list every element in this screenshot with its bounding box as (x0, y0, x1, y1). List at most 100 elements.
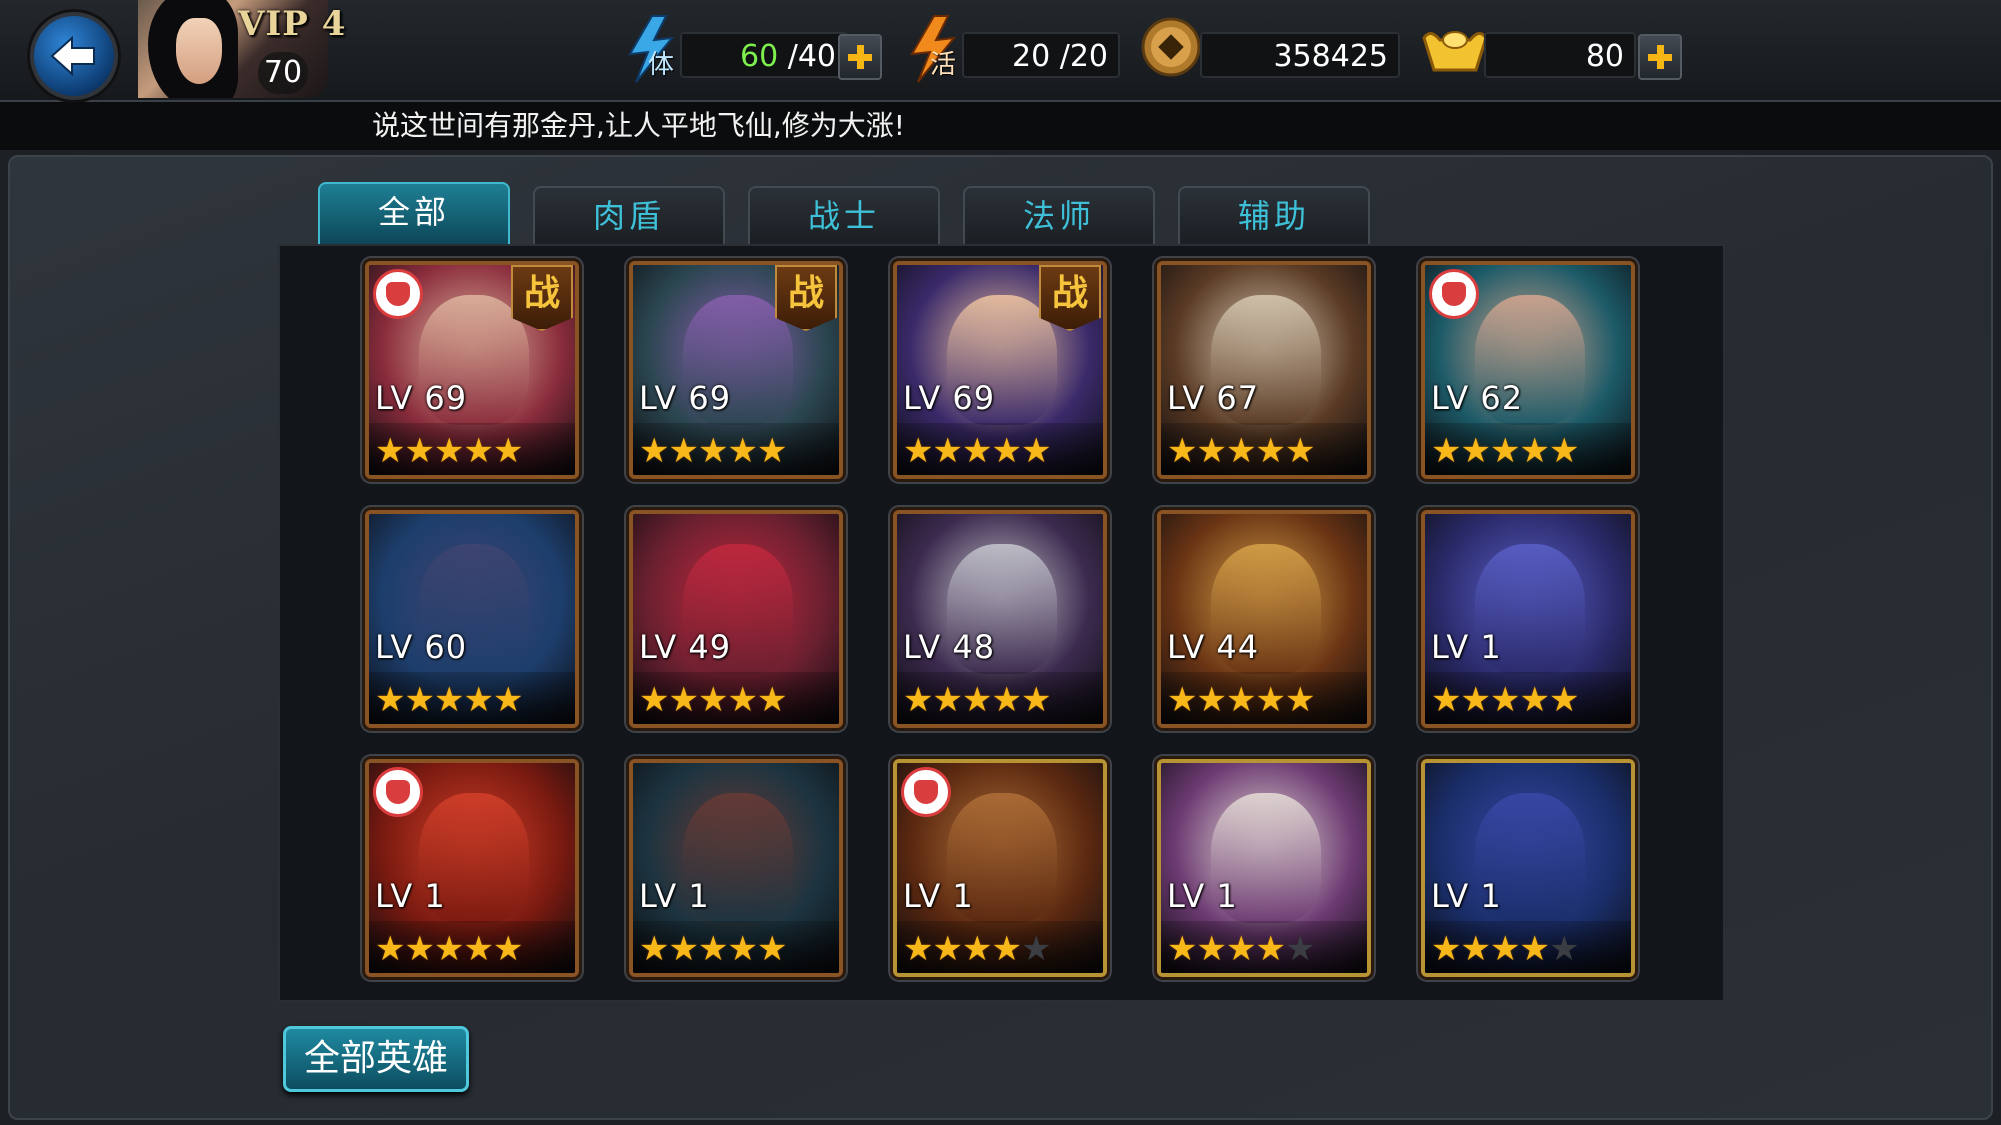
hero-stars: ★★★★★ (375, 680, 524, 720)
star-icon: ★ (1284, 431, 1316, 471)
hero-level: LV 44 (1167, 628, 1260, 666)
star-icon: ★ (991, 680, 1022, 720)
star-icon: ★ (756, 680, 788, 720)
gold-plus-button[interactable] (1638, 34, 1682, 80)
star-icon: ★ (697, 680, 729, 720)
star-icon: ★ (1020, 431, 1052, 471)
vip-label: VIP 4 (238, 4, 347, 44)
star-icon: ★ (375, 929, 406, 969)
star-icon: ★ (404, 680, 435, 720)
star-icon: ★ (492, 680, 524, 720)
stamina-current: 60 (739, 39, 779, 74)
star-icon: ★ (961, 929, 993, 969)
star-icon: ★ (463, 680, 494, 720)
back-button[interactable] (30, 12, 118, 100)
tab-all[interactable]: 全部 (318, 182, 510, 244)
star-icon: ★ (1225, 680, 1257, 720)
star-icon: ★ (639, 431, 670, 471)
hero-stars: ★★★★★ (375, 929, 523, 969)
hero-card[interactable]: LV 62 ★★★★★ (1421, 261, 1635, 479)
star-icon: ★ (1489, 680, 1521, 720)
tab-mage[interactable]: 法师 (963, 186, 1155, 244)
hero-stars: ★★★★★ (375, 431, 523, 471)
stamina-plus-button[interactable] (838, 34, 882, 80)
hero-card[interactable]: LV 1 ★★★★★ (629, 759, 843, 977)
stamina-box: 60 /40 (680, 32, 848, 78)
star-icon: ★ (903, 680, 934, 720)
star-icon: ★ (1548, 929, 1580, 969)
star-icon: ★ (1489, 929, 1521, 969)
star-icon: ★ (932, 431, 963, 471)
star-icon: ★ (903, 431, 934, 471)
stamina-icon-char: 体 (648, 50, 675, 80)
hero-card[interactable]: 战 LV 69 ★★★★★ (629, 261, 843, 479)
hero-card[interactable]: LV 1 ★★★★★ (1421, 510, 1635, 728)
star-icon: ★ (1255, 929, 1286, 969)
top-bar: VIP 4 70 体 60 /40 活 20 /20 358425 80 (0, 0, 2001, 102)
tab-warrior[interactable]: 战士 (748, 186, 940, 244)
star-icon: ★ (463, 929, 494, 969)
star-icon: ★ (697, 929, 729, 969)
tab-support[interactable]: 辅助 (1178, 186, 1370, 244)
star-icon: ★ (1020, 929, 1052, 969)
hero-level: LV 62 (1431, 379, 1524, 417)
hero-card[interactable]: LV 60 ★★★★★ (365, 510, 579, 728)
hero-stars: ★★★★★ (1431, 431, 1579, 471)
hero-level: LV 49 (639, 628, 732, 666)
gold-ingot-icon (1422, 31, 1488, 72)
star-icon: ★ (727, 680, 758, 720)
star-icon: ★ (1519, 929, 1550, 969)
hero-card[interactable]: LV 48 ★★★★★ (893, 510, 1107, 728)
star-icon: ★ (404, 929, 435, 969)
hero-card[interactable]: LV 1 ★★★★★ (893, 759, 1107, 977)
battle-badge-icon: 战 (511, 265, 573, 331)
hero-level: LV 1 (375, 877, 446, 915)
battle-badge-icon: 战 (775, 265, 837, 331)
star-icon: ★ (1548, 680, 1580, 720)
star-icon: ★ (1431, 929, 1462, 969)
armor-badge-icon (373, 269, 423, 319)
star-icon: ★ (668, 929, 699, 969)
all-heroes-button[interactable]: 全部英雄 (283, 1026, 469, 1092)
hero-level: LV 69 (903, 379, 996, 417)
hero-level: LV 1 (1431, 877, 1502, 915)
announcement-text: 说这世间有那金丹,让人平地飞仙,修为大涨! (372, 109, 906, 142)
hero-stars: ★★★★★ (903, 929, 1052, 969)
hero-stars: ★★★★★ (1167, 431, 1316, 471)
hero-card[interactable]: LV 67 ★★★★★ (1157, 261, 1371, 479)
player-level: 70 (258, 52, 308, 94)
star-icon: ★ (1431, 431, 1462, 471)
tab-tank[interactable]: 肉盾 (533, 186, 725, 244)
star-icon: ★ (668, 680, 699, 720)
star-icon: ★ (433, 929, 465, 969)
hero-level: LV 69 (639, 379, 732, 417)
star-icon: ★ (433, 431, 465, 471)
hero-card[interactable]: 战 LV 69 ★★★★★ (893, 261, 1107, 479)
star-icon: ★ (463, 431, 494, 471)
star-icon: ★ (932, 929, 963, 969)
hero-stars: ★★★★★ (903, 431, 1052, 471)
star-icon: ★ (375, 431, 406, 471)
back-arrow-icon (50, 35, 95, 77)
star-icon: ★ (1196, 431, 1227, 471)
gold-box: 80 (1484, 32, 1636, 78)
copper-coin-icon (1141, 17, 1201, 77)
hero-card[interactable]: LV 1 ★★★★★ (1421, 759, 1635, 977)
battle-badge-icon: 战 (1039, 265, 1101, 331)
star-icon: ★ (756, 431, 788, 471)
hero-card[interactable]: LV 1 ★★★★★ (1157, 759, 1371, 977)
hero-card[interactable]: LV 1 ★★★★★ (365, 759, 579, 977)
hero-card[interactable]: LV 49 ★★★★★ (629, 510, 843, 728)
star-icon: ★ (1167, 680, 1198, 720)
hero-card[interactable]: 战 LV 69 ★★★★★ (365, 261, 579, 479)
star-icon: ★ (1255, 680, 1286, 720)
star-icon: ★ (1460, 929, 1491, 969)
star-icon: ★ (639, 929, 670, 969)
star-icon: ★ (903, 929, 934, 969)
star-icon: ★ (756, 929, 788, 969)
hero-level: LV 48 (903, 628, 996, 666)
hero-stars: ★★★★★ (639, 680, 788, 720)
star-icon: ★ (668, 431, 699, 471)
hero-card[interactable]: LV 44 ★★★★★ (1157, 510, 1371, 728)
star-icon: ★ (1519, 431, 1550, 471)
